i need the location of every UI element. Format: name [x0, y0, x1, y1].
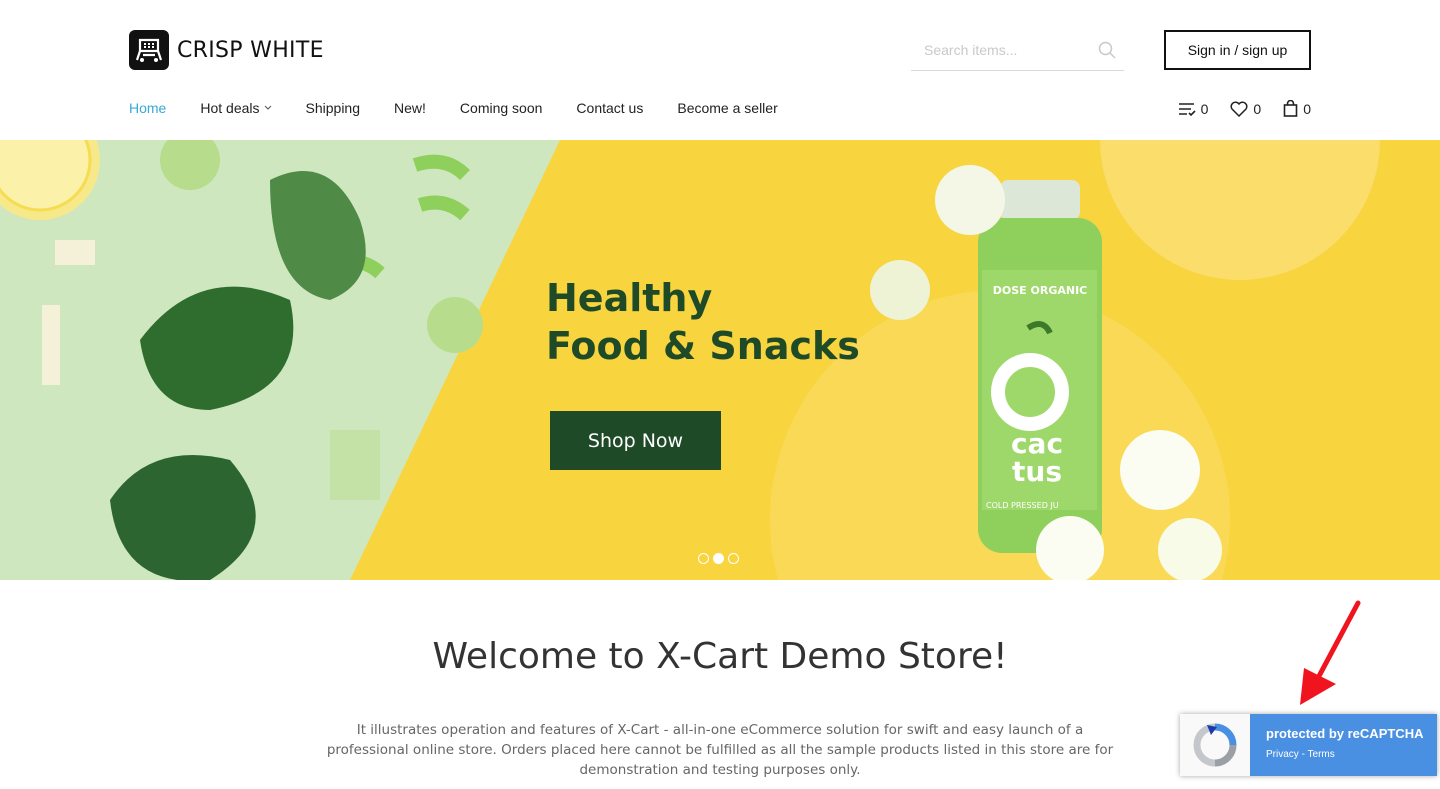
- recaptcha-badge[interactable]: protected by reCAPTCHA Privacy - Terms: [1180, 714, 1437, 776]
- recaptcha-terms-link[interactable]: Terms: [1308, 749, 1335, 760]
- nav-item-label: Home: [129, 100, 167, 116]
- wishlist-counter[interactable]: 0: [1230, 101, 1261, 117]
- slider-dot-1[interactable]: [698, 553, 709, 564]
- banner-headline-line-1: Healthy: [546, 276, 713, 320]
- bottle-product-name: cac tus: [992, 430, 1082, 486]
- nav-item-hot-deals[interactable]: Hot deals: [200, 100, 271, 116]
- recaptcha-icon: [1180, 714, 1250, 776]
- nav-item-coming-soon[interactable]: Coming soon: [460, 100, 543, 116]
- compare-count: 0: [1200, 100, 1209, 117]
- bottle-label: DOSE ORGANIC: [986, 284, 1094, 297]
- cart-counter[interactable]: 0: [1283, 100, 1311, 117]
- nav-item-home[interactable]: Home: [129, 100, 166, 116]
- slider-dot-2[interactable]: [713, 553, 724, 564]
- compare-list-icon: [1178, 102, 1196, 116]
- shop-now-button[interactable]: Shop Now: [550, 411, 721, 470]
- shopping-bag-icon: [1283, 100, 1298, 117]
- nav-item-label: Become a seller: [677, 100, 778, 116]
- recaptcha-separator: -: [1298, 749, 1308, 760]
- search-icon[interactable]: [1098, 41, 1116, 64]
- banner-headline: Healthy Food & Snacks: [546, 274, 860, 370]
- nav-item-label: Hot deals: [200, 100, 260, 116]
- nav-item-contact-us[interactable]: Contact us: [576, 100, 643, 116]
- bottle-brand: DOSE ORGANIC: [992, 284, 1088, 297]
- logo-text: CRISP WHITE: [177, 37, 324, 63]
- recaptcha-panel: protected by reCAPTCHA Privacy - Terms: [1250, 714, 1437, 776]
- welcome-title: Welcome to X-Cart Demo Store!: [432, 636, 1008, 677]
- heart-icon: [1230, 101, 1248, 117]
- slider-dots: [698, 553, 739, 564]
- store-logo[interactable]: CRISP WHITE: [129, 30, 324, 70]
- search-box: [911, 30, 1124, 71]
- search-input[interactable]: [924, 42, 1094, 58]
- signin-button[interactable]: Sign in / sign up: [1164, 30, 1311, 70]
- welcome-description: It illustrates operation and features of…: [326, 722, 1114, 778]
- nav-item-label: New!: [394, 100, 426, 116]
- chevron-down-icon: [264, 105, 271, 110]
- nav-item-label: Coming soon: [459, 100, 543, 116]
- recaptcha-links: Privacy - Terms: [1266, 749, 1437, 760]
- nav-item-shipping[interactable]: Shipping: [306, 100, 361, 116]
- nav-item-become-seller[interactable]: Become a seller: [677, 100, 777, 116]
- nav-item-label: Shipping: [305, 100, 361, 116]
- recaptcha-privacy-link[interactable]: Privacy: [1266, 749, 1299, 760]
- nav-item-label: Contact us: [576, 100, 644, 116]
- recaptcha-title: protected by reCAPTCHA: [1266, 726, 1424, 741]
- bottle-subtitle: COLD PRESSED JU: [986, 501, 1059, 510]
- nav-item-new[interactable]: New!: [394, 100, 426, 116]
- header-counters: 0 0 0: [1178, 100, 1311, 117]
- main-nav: Home Hot deals Shipping New! Coming soon…: [129, 100, 778, 116]
- cart-logo-icon: [129, 30, 169, 70]
- red-arrow-annotation: [1300, 600, 1361, 705]
- banner-headline-line-2: Food & Snacks: [546, 324, 860, 368]
- compare-counter[interactable]: 0: [1178, 100, 1209, 117]
- bottle-name-line-1: cac: [1010, 427, 1064, 460]
- cart-count: 0: [1303, 100, 1311, 117]
- hero-banner[interactable]: Healthy Food & Snacks DOSE ORGANIC cac t…: [0, 140, 1440, 580]
- slider-dot-3[interactable]: [728, 553, 739, 564]
- wishlist-count: 0: [1253, 100, 1262, 117]
- bottle-name-line-2: tus: [1012, 455, 1062, 488]
